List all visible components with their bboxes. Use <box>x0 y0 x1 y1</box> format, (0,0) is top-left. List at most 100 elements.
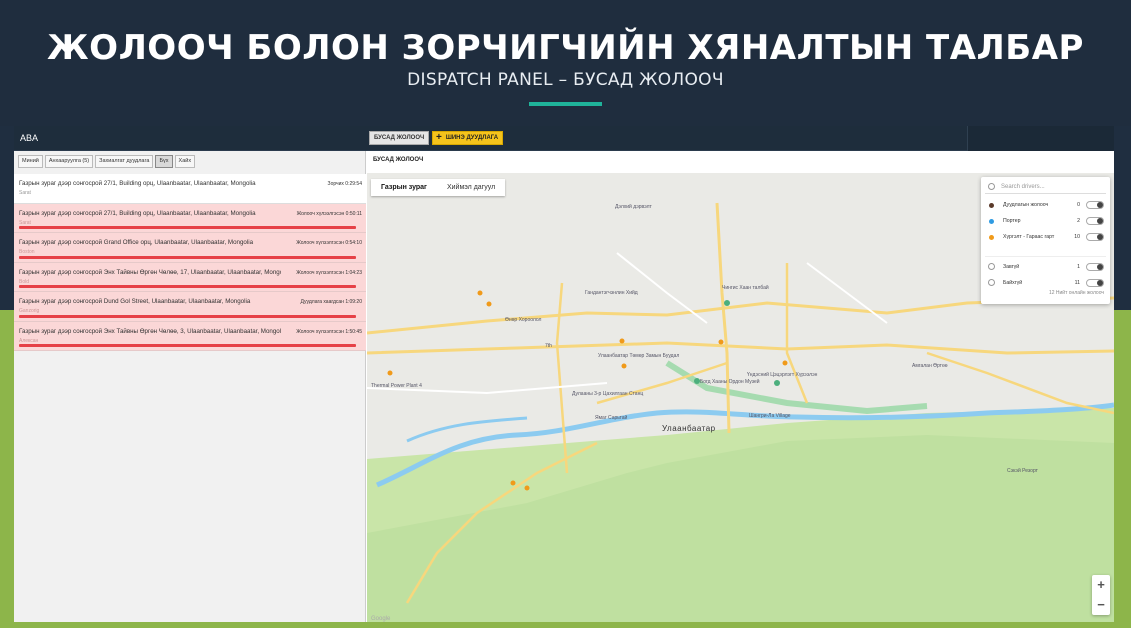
legend-label: Хүргэлт - Гараас гарт <box>1003 234 1055 240</box>
map-label: Дэлхий дэрвэлт <box>615 204 652 210</box>
legend-toggle[interactable] <box>1086 233 1104 241</box>
online-driver-total: 12 Нийт онлайн жолооч <box>1048 290 1104 296</box>
legend-row-busy: Завгүй 1 <box>987 260 1104 274</box>
map-label: Ямаг Сарьтай <box>595 415 628 421</box>
trip-customer-name: Ganzorig <box>19 308 40 314</box>
list-item[interactable]: Газрын зураг дээр сонгосрой Энх Тайвны Ө… <box>14 262 366 292</box>
tab-scheduled[interactable]: Захиалгат дуудлага <box>95 155 154 168</box>
map-label: Богд Хааны Ордон Музей <box>700 379 760 385</box>
city-label: Улаанбаатар <box>662 424 716 433</box>
driver-search-input[interactable]: Search drivers... <box>985 180 1106 194</box>
map-label: Гандантэгчэнлин Хийд <box>585 290 638 296</box>
legend-count: 11 <box>1074 280 1080 286</box>
user-icon <box>988 279 995 286</box>
map-type-satellite[interactable]: Хиймэл дагуул <box>437 179 505 196</box>
page-subtitle: DISPATCH PANEL – БУСАД ЖОЛООЧ <box>407 70 724 90</box>
legend-label: Портер <box>1003 218 1021 224</box>
map-label: Дулааны 3-р Цахилгаан Станц <box>572 391 644 397</box>
legend-label: Байхгүй <box>1003 280 1023 286</box>
trip-address: Газрын зураг дээр сонгосрой 27/1, Buildi… <box>19 180 256 187</box>
legend-row-away: Байхгүй 11 <box>987 276 1104 290</box>
zoom-in-button[interactable]: + <box>1092 575 1110 595</box>
brand-logo: ABA <box>20 133 39 143</box>
dispatch-app-window: ABA БУСАД ЖОЛООЧ + ШИНЭ ДУУДЛАГА Миний Ан… <box>14 126 1114 622</box>
status-dot <box>989 235 994 240</box>
legend-toggle[interactable] <box>1086 279 1104 287</box>
trip-address: Газрын зураг дээр сонгосрой Dund Gol Str… <box>19 298 251 305</box>
list-item[interactable]: Газрын зураг дээр сонгосрой 27/1, Buildi… <box>14 203 366 233</box>
trip-customer-name: Boston <box>19 249 35 255</box>
trip-filter-tabs: Миний Анхааруулга (5) Захиалгат дуудлага… <box>18 155 197 168</box>
zoom-control: + − <box>1092 575 1110 615</box>
map-panel: БУСАД ЖОЛООЧ Газрын зураг Хиймэл дагуул … <box>367 151 1114 622</box>
trip-customer-name: Алексан <box>19 337 39 344</box>
list-item[interactable]: Газрын зураг дээр сонгосрой Энх Тайвны Ө… <box>14 321 366 351</box>
trip-status: Жолооч хүлээлгэсэн 1:04:23 <box>296 269 362 276</box>
tab-alerts[interactable]: Анхааруулга (5) <box>44 155 94 168</box>
topbar-corner-panel <box>967 126 1114 151</box>
clock-icon <box>988 263 995 270</box>
alert-progress-bar <box>19 314 356 318</box>
list-item[interactable]: Газрын зураг дээр сонгосрой 27/1, Buildi… <box>14 174 366 204</box>
status-dot <box>989 219 994 224</box>
trip-status: Жолооч хүлээлгэсэн 0:50:11 <box>296 210 362 217</box>
alert-progress-bar <box>19 285 356 288</box>
legend-label: Дуудлагын жолооч <box>1003 202 1049 208</box>
map-label: Чингис Хаан талбай <box>722 285 769 291</box>
trip-customer-name: Sarat <box>19 219 31 226</box>
tab-all[interactable]: Бүх <box>155 155 173 168</box>
trip-customer-name: Bold <box>19 278 30 285</box>
map-attribution: Google <box>371 616 391 622</box>
map-label: Thermal Power Plant 4 <box>371 383 422 389</box>
legend-divider <box>985 256 1106 257</box>
map-section-title: БУСАД ЖОЛООЧ <box>373 157 424 163</box>
trip-status: Жолооч хүлээлгэсэн 1:50:45 <box>296 328 362 335</box>
trip-address: Газрын зураг дээр сонгосрой Энх Тайвны Ө… <box>19 268 281 276</box>
map-label: Амгалан Өртөө <box>912 363 948 369</box>
driver-search-placeholder: Search drivers... <box>1001 184 1045 190</box>
trip-list: Газрын зураг дээр сонгосрой 27/1, Buildi… <box>14 174 366 351</box>
map-label: 7th <box>545 343 552 349</box>
map-type-switch: Газрын зураг Хиймэл дагуул <box>371 179 506 196</box>
legend-count: 1 <box>1077 264 1080 270</box>
new-call-label: ШИНЭ ДУУДЛАГА <box>445 135 499 141</box>
trip-status: Жолооч хүлээлгэсэн 0:54:10 <box>296 240 362 246</box>
trip-customer-name: Sarat <box>19 190 31 196</box>
legend-toggle[interactable] <box>1086 263 1104 271</box>
map-type-map[interactable]: Газрын зураг <box>371 179 437 196</box>
trip-address: Газрын зураг дээр сонгосрой Энх Тайвны Ө… <box>19 327 281 335</box>
plus-icon: + <box>436 132 442 143</box>
zoom-out-button[interactable]: − <box>1092 595 1110 615</box>
trip-address: Газрын зураг дээр сонгосрой 27/1, Buildi… <box>19 209 256 217</box>
legend-toggle[interactable] <box>1086 217 1104 225</box>
legend-label: Завгүй <box>1003 264 1020 270</box>
search-icon <box>988 183 995 190</box>
driver-legend-panel: Search drivers... Дуудлагын жолооч 0 Пор… <box>981 177 1110 304</box>
list-item[interactable]: Газрын зураг дээр сонгосрой Grand Office… <box>14 233 366 263</box>
trip-address: Газрын зураг дээр сонгосрой Grand Office… <box>19 239 254 246</box>
other-drivers-button[interactable]: БУСАД ЖОЛООЧ <box>369 131 430 145</box>
tab-mine[interactable]: Миний <box>18 155 43 168</box>
map-label: Өнөр Хороолол <box>505 317 542 323</box>
status-dot <box>989 203 994 208</box>
map-label: Сэкэй Резорт <box>1007 468 1038 474</box>
accent-divider <box>529 102 602 106</box>
alert-progress-bar <box>19 226 356 229</box>
legend-row-porter: Портер 2 <box>987 214 1104 228</box>
trip-status: Дуудлага хаагдсан 1:09:20 <box>300 299 362 305</box>
list-item[interactable]: Газрын зураг дээр сонгосрой Dund Gol Str… <box>14 292 366 322</box>
map-label: Улаанбаатар Төмөр Замын Буудал <box>598 353 680 359</box>
legend-row-call-driver: Дуудлагын жолооч 0 <box>987 198 1104 212</box>
new-call-button[interactable]: + ШИНЭ ДУУДЛАГА <box>432 131 504 145</box>
alert-progress-bar <box>19 255 356 259</box>
tab-search[interactable]: Хайх <box>174 155 196 168</box>
legend-toggle[interactable] <box>1086 201 1104 209</box>
header-banner: ЖОЛООЧ БОЛОН ЗОРЧИГЧИЙН ХЯНАЛТЫН ТАЛБАР … <box>0 0 1131 126</box>
trip-status: Зорчих 0:29:54 <box>327 181 362 187</box>
legend-count: 0 <box>1077 202 1080 208</box>
legend-row-delivery: Хүргэлт - Гараас гарт 10 <box>987 230 1104 244</box>
legend-count: 10 <box>1074 234 1080 240</box>
map-label: Шангри-Ла Village <box>749 413 791 419</box>
alert-progress-bar <box>19 344 356 347</box>
city-map[interactable]: Газрын зураг Хиймэл дагуул Дэлхий дэрвэл… <box>367 173 1114 622</box>
